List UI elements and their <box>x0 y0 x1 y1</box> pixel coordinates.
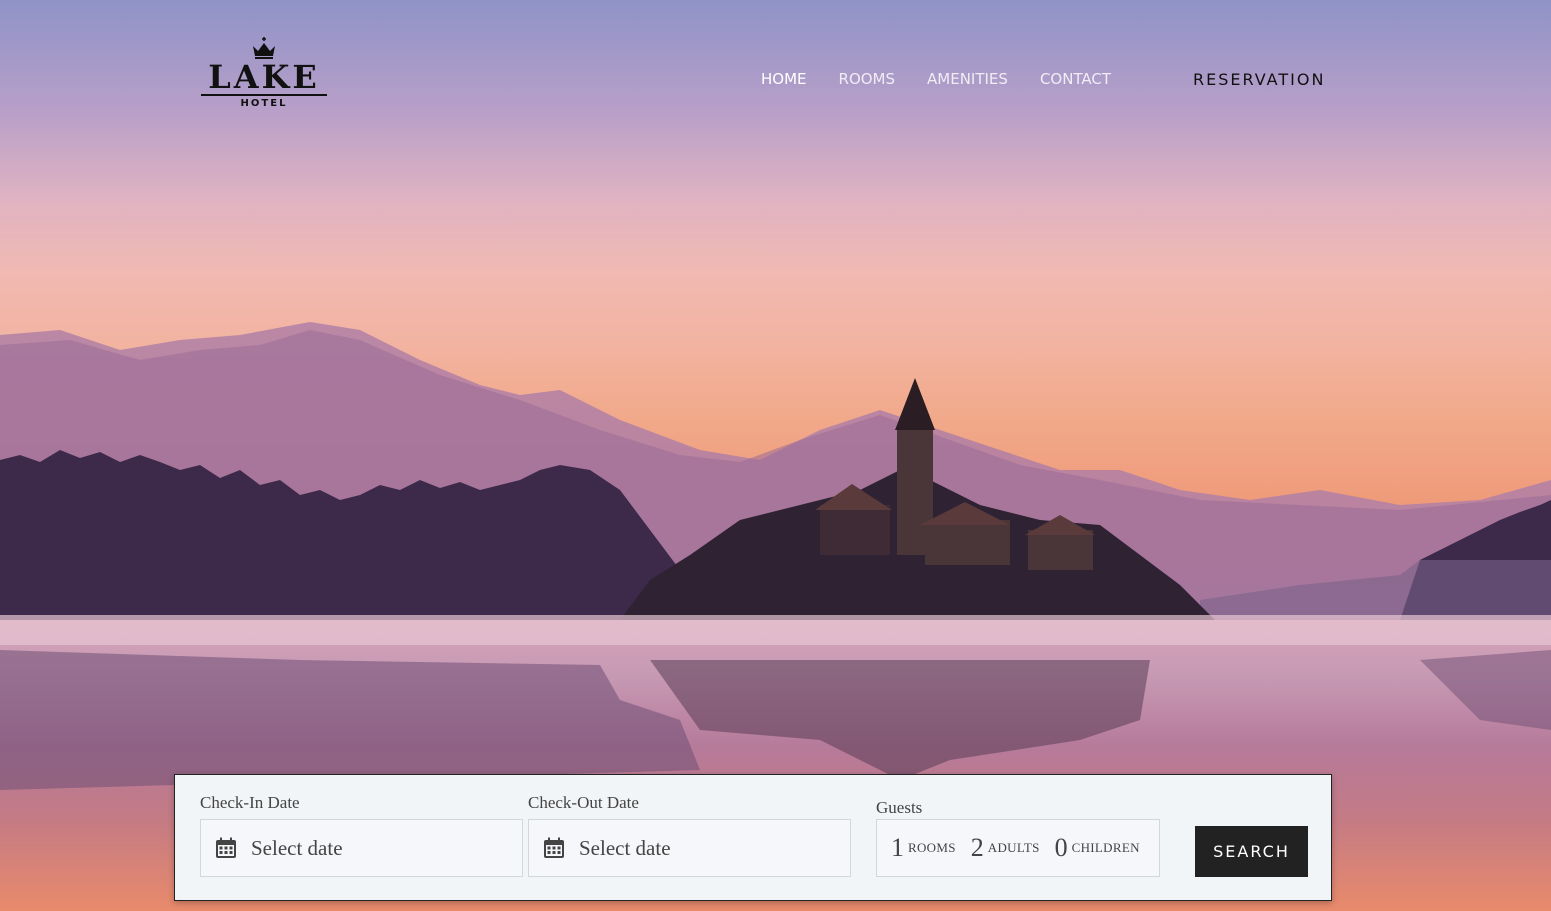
nav-item-contact[interactable]: CONTACT <box>1040 70 1111 88</box>
check-in-label: Check-In Date <box>200 793 300 812</box>
check-out-field[interactable]: Select date <box>528 819 851 877</box>
adults-unit: ADULTS <box>987 840 1040 855</box>
check-out-placeholder: Select date <box>579 835 671 860</box>
check-in-field[interactable]: Select date <box>200 819 523 877</box>
rooms-count: 1 <box>891 833 904 862</box>
rooms-unit: ROOMS <box>908 840 956 855</box>
search-button[interactable]: SEARCH <box>1195 826 1308 877</box>
nav-item-home[interactable]: HOME <box>761 70 807 88</box>
booking-bar: Check-In Date Select date Check-Out Date <box>174 774 1332 901</box>
brand-name: LAKE <box>201 61 327 96</box>
crown-icon <box>253 37 275 59</box>
hotel-logo[interactable]: LAKE HOTEL <box>198 36 330 122</box>
check-out-label: Check-Out Date <box>528 793 639 812</box>
adults-count: 2 <box>970 833 984 862</box>
main-nav: HOME ROOMS AMENITIES CONTACT <box>761 70 1111 88</box>
brand-subtitle: HOTEL <box>240 98 288 109</box>
guests-selector[interactable]: 1 ROOMS 2 ADULTS 0 CHILDREN <box>876 819 1160 877</box>
nav-item-rooms[interactable]: ROOMS <box>839 70 896 88</box>
calendar-icon <box>216 837 236 858</box>
check-in-placeholder: Select date <box>251 835 343 860</box>
reservation-link[interactable]: RESERVATION <box>1193 70 1325 89</box>
guests-label: Guests <box>876 798 923 817</box>
children-count: 0 <box>1054 833 1068 862</box>
calendar-icon <box>544 837 564 858</box>
children-unit: CHILDREN <box>1071 840 1140 855</box>
nav-item-amenities[interactable]: AMENITIES <box>927 70 1008 88</box>
